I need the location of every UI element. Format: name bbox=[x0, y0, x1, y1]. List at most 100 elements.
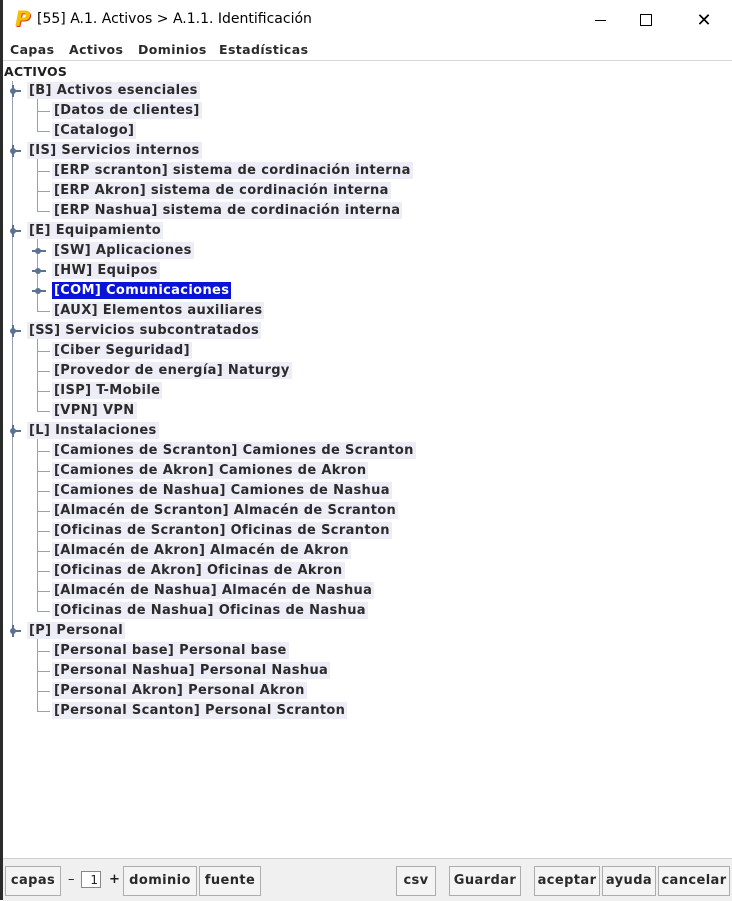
tree-expanded-toggle-icon[interactable] bbox=[7, 625, 21, 637]
tree-node-label[interactable]: [Personal Akron] Personal Akron bbox=[52, 682, 307, 699]
tree-item-row[interactable]: [COM] Comunicaciones bbox=[3, 281, 732, 301]
tree-item-row[interactable]: [Almacén de Nashua] Almacén de Nashua bbox=[3, 581, 732, 601]
tree-item-row[interactable]: [Ciber Seguridad] bbox=[3, 341, 732, 361]
asset-tree[interactable]: ACTIVOS [B] Activos esenciales [Datos de … bbox=[3, 61, 732, 858]
tree-item-row[interactable]: [Catalogo] bbox=[3, 121, 732, 141]
cancelar-button[interactable]: cancelar bbox=[658, 866, 730, 896]
tree-item-row[interactable]: [Camiones de Scranton] Camiones de Scran… bbox=[3, 441, 732, 461]
tree-node-label[interactable]: [SW] Aplicaciones bbox=[52, 242, 194, 259]
tree-node-label[interactable]: [Oficinas de Nashua] Oficinas de Nashua bbox=[52, 602, 368, 619]
tree-node-label[interactable]: [Ciber Seguridad] bbox=[52, 342, 192, 359]
tree-node-label[interactable]: [Datos de clientes] bbox=[52, 102, 202, 119]
tree-expanded-toggle-icon[interactable] bbox=[7, 425, 21, 437]
fuente-button[interactable]: fuente bbox=[199, 866, 261, 896]
menu-estadisticas[interactable]: Estadísticas bbox=[219, 42, 308, 57]
tree-node-label[interactable]: [VPN] VPN bbox=[52, 402, 137, 419]
tree-item-row[interactable]: [Almacén de Scranton] Almacén de Scranto… bbox=[3, 501, 732, 521]
menu-dominios[interactable]: Dominios bbox=[138, 42, 207, 57]
tree-expanded-toggle-icon[interactable] bbox=[7, 85, 21, 97]
tree-node-label[interactable]: [ISP] T-Mobile bbox=[52, 382, 163, 399]
maximize-button[interactable] bbox=[623, 0, 669, 40]
tree-node-label[interactable]: [Personal base] Personal base bbox=[52, 642, 289, 659]
tree-collapsed-toggle-icon[interactable] bbox=[32, 285, 46, 297]
dominio-button[interactable]: dominio bbox=[123, 866, 197, 896]
tree-item-row[interactable]: [Camiones de Nashua] Camiones de Nashua bbox=[3, 481, 732, 501]
tree-item-row[interactable]: [AUX] Elementos auxiliares bbox=[3, 301, 732, 321]
tree-item-row[interactable]: [Oficinas de Akron] Oficinas de Akron bbox=[3, 561, 732, 581]
tree-item-row[interactable]: [HW] Equipos bbox=[3, 261, 732, 281]
tree-node-label[interactable]: [Camiones de Nashua] Camiones de Nashua bbox=[52, 482, 392, 499]
aceptar-button[interactable]: aceptar bbox=[534, 866, 600, 896]
tree-item-row[interactable]: [ISP] T-Mobile bbox=[3, 381, 732, 401]
tree-node-label[interactable]: [L] Instalaciones bbox=[27, 422, 159, 439]
tree-node-label-selected[interactable]: [COM] Comunicaciones bbox=[52, 282, 232, 299]
tree-category-row[interactable]: [E] Equipamiento bbox=[3, 221, 732, 241]
tree-branch-line bbox=[37, 311, 50, 312]
tree-node-label[interactable]: [HW] Equipos bbox=[52, 262, 160, 279]
tree-node-label[interactable]: [Personal Nashua] Personal Nashua bbox=[52, 662, 331, 679]
close-button[interactable]: ✕ bbox=[681, 0, 727, 40]
tree-node-label[interactable]: [Almacén de Akron] Almacén de Akron bbox=[52, 542, 351, 559]
tree-item-row[interactable]: [VPN] VPN bbox=[3, 401, 732, 421]
tree-collapsed-toggle-icon[interactable] bbox=[32, 245, 46, 257]
stepper-decrement-button[interactable]: – bbox=[68, 872, 75, 887]
tree-item-row[interactable]: [Personal Nashua] Personal Nashua bbox=[3, 661, 732, 681]
tree-item-row[interactable]: [Oficinas de Scranton] Oficinas de Scran… bbox=[3, 521, 732, 541]
tree-branch-line bbox=[37, 711, 50, 712]
tree-item-row[interactable]: [Personal base] Personal base bbox=[3, 641, 732, 661]
tree-node-label[interactable]: [P] Personal bbox=[27, 622, 126, 639]
tree-node-label[interactable]: [AUX] Elementos auxiliares bbox=[52, 302, 265, 319]
tree-node-label[interactable]: [ERP Akron] sistema de cordinación inter… bbox=[52, 182, 391, 199]
tree-item-row[interactable]: [Personal Akron] Personal Akron bbox=[3, 681, 732, 701]
menu-capas[interactable]: Capas bbox=[10, 42, 54, 57]
tree-node-label[interactable]: [Almacén de Nashua] Almacén de Nashua bbox=[52, 582, 375, 599]
tree-node-label[interactable]: [Camiones de Scranton] Camiones de Scran… bbox=[52, 442, 416, 459]
tree-expanded-toggle-icon[interactable] bbox=[7, 145, 21, 157]
tree-item-row[interactable]: [ERP Nashua] sistema de cordinación inte… bbox=[3, 201, 732, 221]
stepper-increment-button[interactable]: + bbox=[109, 872, 120, 887]
tree-item-row[interactable]: [Datos de clientes] bbox=[3, 101, 732, 121]
tree-category-row[interactable]: [B] Activos esenciales bbox=[3, 81, 732, 101]
tree-node-label[interactable]: [ERP scranton] sistema de cordinación in… bbox=[52, 162, 413, 179]
tree-root-label[interactable]: ACTIVOS bbox=[4, 64, 67, 79]
tree-node-label[interactable]: [Camiones de Akron] Camiones de Akron bbox=[52, 462, 369, 479]
tree-item-row[interactable]: [Camiones de Akron] Camiones de Akron bbox=[3, 461, 732, 481]
tree-branch-line bbox=[37, 391, 50, 392]
tree-node-label[interactable]: [B] Activos esenciales bbox=[27, 82, 200, 99]
tree-node-label[interactable]: [SS] Servicios subcontratados bbox=[27, 322, 262, 339]
menu-activos[interactable]: Activos bbox=[69, 42, 123, 57]
tree-branch-line bbox=[37, 411, 50, 412]
minimize-button[interactable] bbox=[577, 0, 623, 40]
tree-node-label[interactable]: [Personal Scanton] Personal Scranton bbox=[52, 702, 348, 719]
tree-expanded-toggle-icon[interactable] bbox=[7, 225, 21, 237]
tree-category-row[interactable]: [P] Personal bbox=[3, 621, 732, 641]
tree-node-label[interactable]: [Oficinas de Akron] Oficinas de Akron bbox=[52, 562, 345, 579]
tree-node-label[interactable]: [Catalogo] bbox=[52, 122, 137, 139]
guardar-button[interactable]: Guardar bbox=[449, 866, 521, 896]
tree-item-row[interactable]: [ERP Akron] sistema de cordinación inter… bbox=[3, 181, 732, 201]
tree-node-label[interactable]: [IS] Servicios internos bbox=[27, 142, 202, 159]
tree-category-row[interactable]: [L] Instalaciones bbox=[3, 421, 732, 441]
tree-node-label[interactable]: [E] Equipamiento bbox=[27, 222, 164, 239]
tree-item-row[interactable]: [ERP scranton] sistema de cordinación in… bbox=[3, 161, 732, 181]
close-icon: ✕ bbox=[696, 9, 712, 31]
tree-expanded-toggle-icon[interactable] bbox=[7, 325, 21, 337]
tree-node-label[interactable]: [Almacén de Scranton] Almacén de Scranto… bbox=[52, 502, 399, 519]
tree-collapsed-toggle-icon[interactable] bbox=[32, 265, 46, 277]
app-logo-icon: P bbox=[15, 7, 31, 31]
tree-item-row[interactable]: [Almacén de Akron] Almacén de Akron bbox=[3, 541, 732, 561]
ayuda-button[interactable]: ayuda bbox=[602, 866, 656, 896]
tree-item-row[interactable]: [SW] Aplicaciones bbox=[3, 241, 732, 261]
tree-category-row[interactable]: [IS] Servicios internos bbox=[3, 141, 732, 161]
stepper-value-field[interactable]: 1 bbox=[81, 871, 101, 888]
tree-item-row[interactable]: [Personal Scanton] Personal Scranton bbox=[3, 701, 732, 721]
csv-button[interactable]: csv bbox=[396, 866, 436, 896]
capas-button[interactable]: capas bbox=[5, 866, 61, 896]
tree-category-row[interactable]: [SS] Servicios subcontratados bbox=[3, 321, 732, 341]
tree-item-row[interactable]: [Oficinas de Nashua] Oficinas de Nashua bbox=[3, 601, 732, 621]
tree-node-label[interactable]: [ERP Nashua] sistema de cordinación inte… bbox=[52, 202, 403, 219]
tree-node-label[interactable]: [Oficinas de Scranton] Oficinas de Scran… bbox=[52, 522, 392, 539]
tree-branch-line bbox=[37, 691, 50, 692]
tree-item-row[interactable]: [Provedor de energía] Naturgy bbox=[3, 361, 732, 381]
tree-node-label[interactable]: [Provedor de energía] Naturgy bbox=[52, 362, 292, 379]
